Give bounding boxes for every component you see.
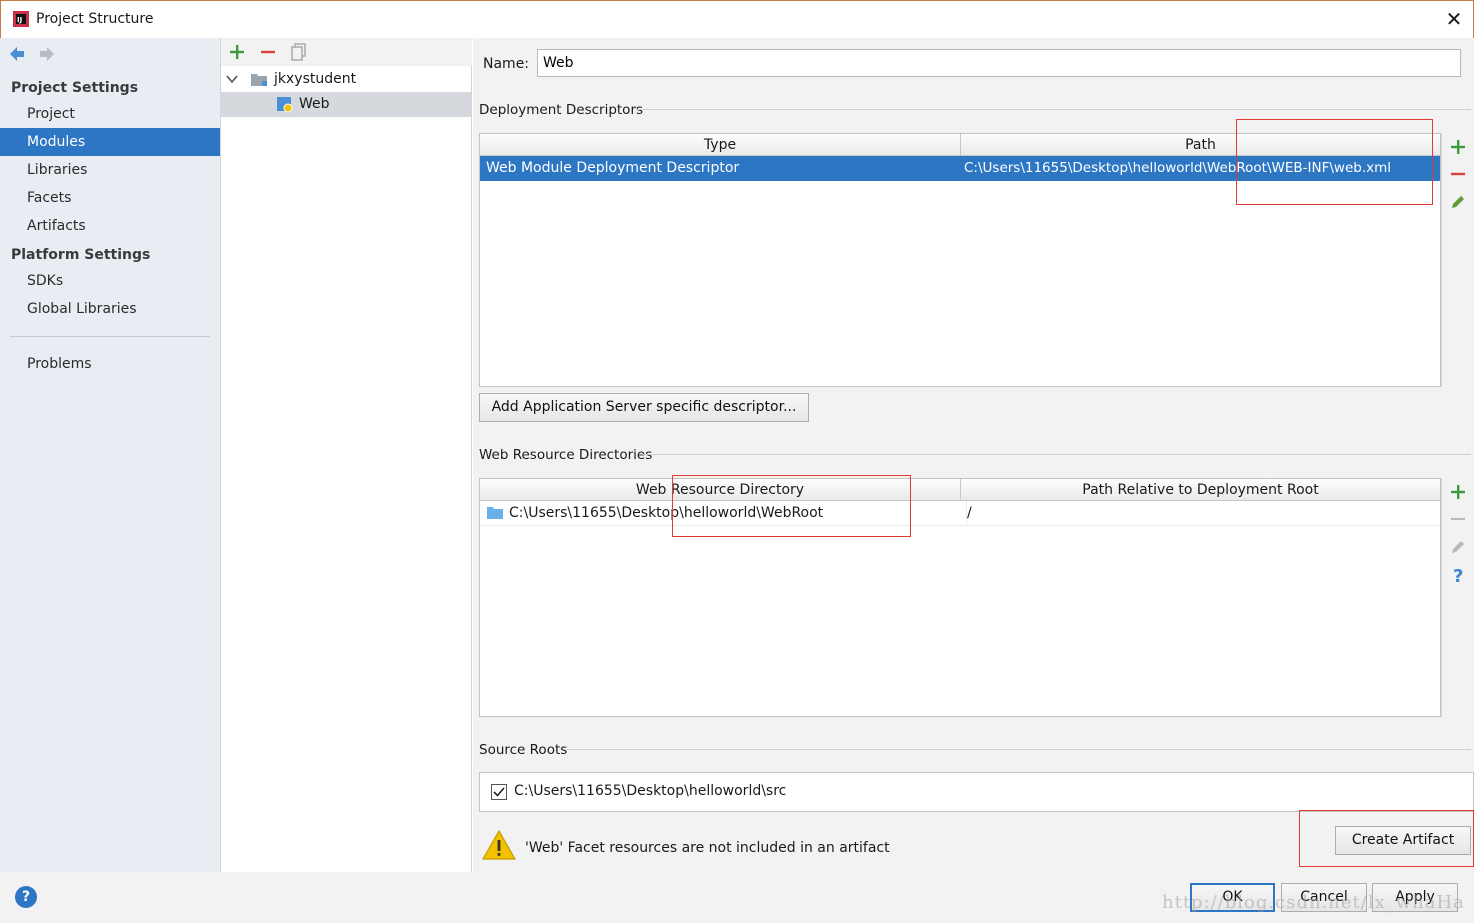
add-icon[interactable]: [1448, 482, 1468, 502]
name-label: Name:: [483, 56, 530, 72]
remove-icon[interactable]: [258, 42, 278, 62]
sidebar-item-project[interactable]: Project: [0, 100, 220, 128]
tree-node-web[interactable]: Web: [221, 92, 471, 117]
sidebar-item-modules[interactable]: Modules: [0, 128, 220, 156]
cell-path: C:\Users\11655\Desktop\helloworld\WebRoo…: [964, 160, 1392, 176]
add-server-descriptor-button[interactable]: Add Application Server specific descript…: [479, 393, 809, 422]
tree-toolbar: [221, 38, 472, 66]
cell-relative-path: /: [966, 501, 1436, 526]
cell-directory: C:\Users\11655\Desktop\helloworld\WebRoo…: [509, 505, 824, 521]
web-resource-toolbar: ?: [1441, 478, 1473, 717]
add-icon[interactable]: [1448, 137, 1468, 157]
remove-icon[interactable]: [1448, 509, 1468, 529]
module-tree-pane: jkxystudent Web: [221, 38, 472, 872]
sidebar-item-facets[interactable]: Facets: [0, 184, 220, 212]
web-module-icon: [277, 97, 293, 113]
edit-icon[interactable]: [1448, 537, 1468, 557]
tree-node-jkxystudent[interactable]: jkxystudent: [221, 67, 471, 92]
table-row[interactable]: C:\Users\11655\Desktop\helloworld\WebRoo…: [480, 501, 1440, 526]
watermark: http://blog.csdn.net/lx_whaHa: [1162, 892, 1465, 913]
close-icon[interactable]: ✕: [1442, 7, 1466, 31]
edit-icon[interactable]: [1448, 192, 1468, 212]
intellij-app-icon: IJ: [13, 11, 29, 27]
deployment-descriptors-table: Type Path Web Module Deployment Descript…: [479, 133, 1441, 387]
name-field[interactable]: [537, 49, 1461, 77]
title-bar: IJ Project Structure ✕: [0, 0, 1474, 38]
svg-text:IJ: IJ: [17, 16, 22, 24]
section-divider: [643, 454, 1471, 455]
tree-node-label: jkxystudent: [274, 71, 357, 87]
sidebar-item-problems[interactable]: Problems: [0, 350, 220, 378]
warning-message: 'Web' Facet resources are not included i…: [525, 840, 890, 856]
platform-settings-header: Platform Settings: [11, 247, 151, 263]
deployment-descriptors-title: Deployment Descriptors: [479, 102, 644, 118]
sidebar-item-libraries[interactable]: Libraries: [0, 156, 220, 184]
column-header-type[interactable]: Type: [480, 134, 960, 156]
cell-type: Web Module Deployment Descriptor: [486, 160, 740, 176]
project-settings-header: Project Settings: [11, 80, 139, 96]
dialog-footer: ? OK Cancel Apply http://blog.csdn.net/l…: [0, 872, 1474, 923]
web-resource-table: Web Resource Directory Path Relative to …: [479, 478, 1441, 717]
facet-settings-panel: Name: Deployment Descriptors Type Path W…: [473, 38, 1474, 872]
settings-sidebar: Project Settings Project Modules Librari…: [0, 38, 221, 872]
sidebar-divider: [10, 336, 210, 337]
column-header-path[interactable]: Path: [960, 134, 1440, 156]
help-icon[interactable]: ?: [1448, 565, 1468, 585]
chevron-down-icon[interactable]: [226, 74, 238, 84]
web-resource-directories-title: Web Resource Directories: [479, 447, 653, 463]
source-root-path: C:\Users\11655\Desktop\helloworld\src: [514, 783, 787, 799]
create-artifact-button[interactable]: Create Artifact: [1335, 826, 1471, 855]
section-divider: [635, 109, 1471, 110]
remove-icon[interactable]: [1448, 164, 1468, 184]
window-title: Project Structure: [36, 11, 154, 27]
tree-node-label: Web: [299, 96, 330, 112]
back-arrow-icon[interactable]: [7, 44, 27, 64]
source-roots-title: Source Roots: [479, 742, 568, 758]
sidebar-item-artifacts[interactable]: Artifacts: [0, 212, 220, 240]
svg-text:?: ?: [1453, 566, 1463, 585]
column-header-web-resource-directory[interactable]: Web Resource Directory: [480, 479, 960, 501]
forward-arrow-icon[interactable]: [37, 44, 57, 64]
sidebar-item-global-libraries[interactable]: Global Libraries: [0, 295, 220, 323]
section-divider: [567, 749, 1471, 750]
sidebar-item-sdks[interactable]: SDKs: [0, 267, 220, 295]
help-icon[interactable]: ?: [15, 886, 37, 908]
folder-icon: [487, 507, 503, 519]
source-roots-list: C:\Users\11655\Desktop\helloworld\src: [479, 772, 1474, 812]
table-row[interactable]: Web Module Deployment Descriptor C:\User…: [480, 156, 1440, 181]
checkbox-icon[interactable]: [491, 784, 507, 800]
folder-icon: [251, 74, 267, 86]
column-header-relative-path[interactable]: Path Relative to Deployment Root: [960, 479, 1440, 501]
add-icon[interactable]: [227, 42, 247, 62]
copy-icon[interactable]: [289, 42, 309, 62]
warning-icon: [481, 829, 517, 860]
deployment-table-toolbar: [1441, 133, 1473, 387]
